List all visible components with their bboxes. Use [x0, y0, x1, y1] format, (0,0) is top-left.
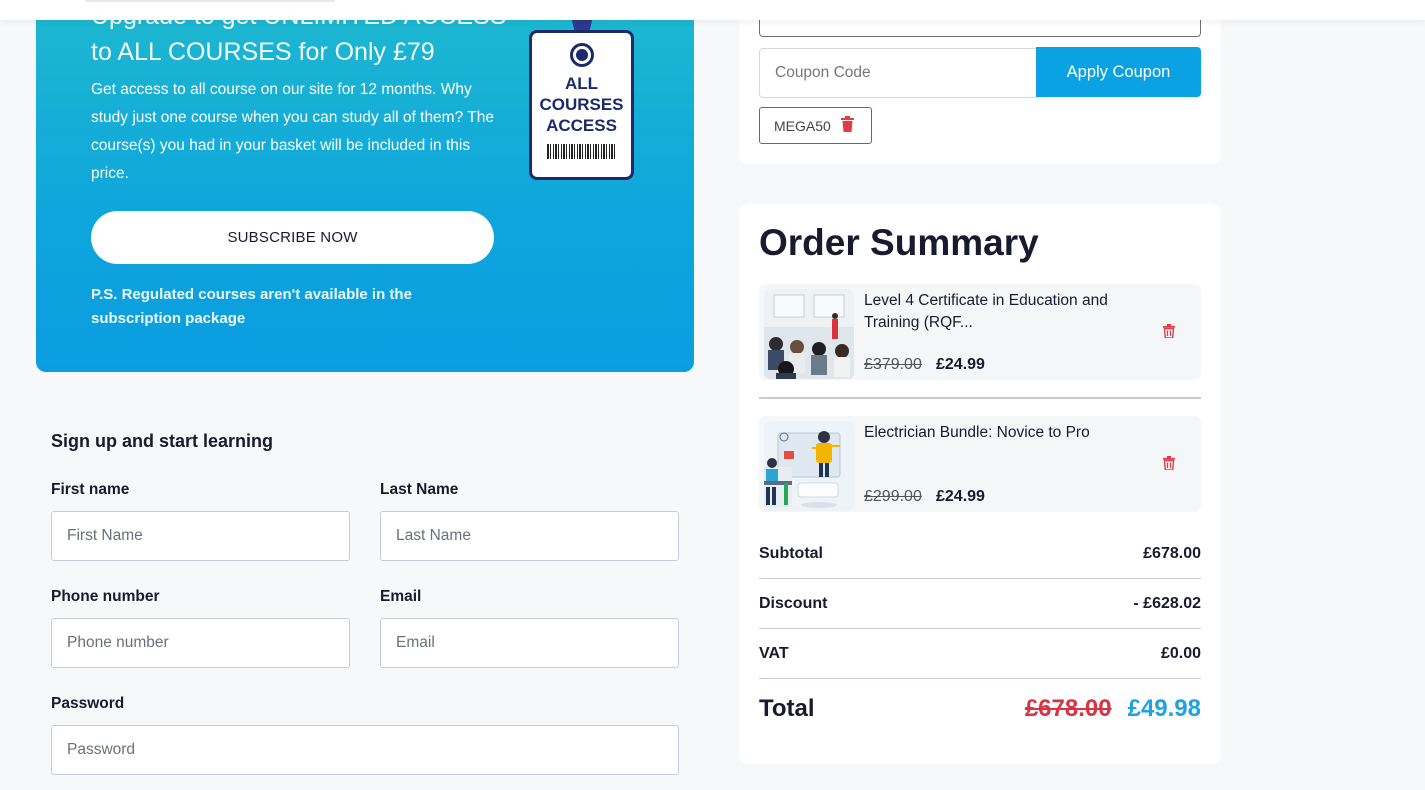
total-old-price: £678.00	[1024, 695, 1112, 722]
subscription-promo-card: Upgrade to get UNLIMITED ACCESS to ALL C…	[36, 0, 694, 372]
applied-coupon-code: MEGA50	[774, 117, 831, 134]
total-label: Total	[759, 695, 815, 722]
cart-item-old-price: £379.00	[864, 356, 922, 373]
total-row: Total £678.00 £49.98	[759, 684, 1201, 734]
phone-input[interactable]	[51, 618, 350, 668]
cart-item-old-price: £299.00	[864, 488, 922, 505]
total-prices: £678.00 £49.98	[1025, 695, 1201, 723]
cart-item-new-price: £24.99	[936, 356, 985, 373]
phone-label: Phone number	[51, 588, 160, 605]
presenter-illustration-icon	[764, 421, 854, 511]
item-separator	[759, 397, 1201, 399]
order-summary-card: Order Summary Level 4 Certificate in Edu…	[739, 204, 1221, 764]
password-input[interactable]	[51, 725, 679, 775]
applied-coupon-chip: MEGA50	[759, 107, 872, 144]
vat-label: VAT	[759, 644, 789, 662]
promo-description: Get access to all course on our site for…	[91, 81, 494, 182]
order-summary-title: Order Summary	[759, 222, 1039, 263]
first-name-label: First name	[51, 481, 130, 498]
remove-item-trash-icon[interactable]	[1163, 324, 1175, 343]
cart-item: Electrician Bundle: Novice to Pro £299.0…	[759, 416, 1201, 512]
top-header-bar	[0, 0, 1425, 20]
promo-note: P.S. Regulated courses aren't available …	[91, 286, 412, 327]
cart-item-title[interactable]: Electrician Bundle: Novice to Pro	[864, 422, 1144, 444]
all-courses-badge-icon: ALL COURSES ACCESS	[529, 30, 634, 180]
badge-hole-icon	[569, 43, 594, 67]
classroom-photo-icon	[764, 289, 854, 379]
badge-line-1: ALL	[564, 74, 599, 93]
promo-title-line-2: to ALL COURSES for Only £79	[91, 38, 435, 66]
cart-item-new-price: £24.99	[936, 488, 985, 505]
cart-item-title[interactable]: Level 4 Certificate in Education and Tra…	[864, 290, 1144, 334]
subtotal-label: Subtotal	[759, 544, 823, 562]
vat-value: £0.00	[1160, 644, 1201, 662]
remove-item-trash-icon[interactable]	[1163, 456, 1175, 475]
coupon-code-input[interactable]	[759, 48, 1037, 98]
last-name-label: Last Name	[380, 481, 459, 498]
discount-label: Discount	[759, 594, 828, 612]
apply-coupon-button[interactable]: Apply Coupon	[1036, 47, 1201, 97]
coupon-card: Apply Coupon MEGA50	[739, 0, 1221, 164]
cart-item: Level 4 Certificate in Education and Tra…	[759, 284, 1201, 380]
first-name-input[interactable]	[51, 511, 350, 561]
subtotal-value: £678.00	[1143, 544, 1201, 562]
vat-row: VAT £0.00	[759, 629, 1201, 679]
header-underline	[85, 0, 335, 2]
total-new-price: £49.98	[1127, 695, 1201, 722]
discount-value: - £628.02	[1133, 594, 1201, 612]
signup-title: Sign up and start learning	[51, 431, 274, 451]
remove-coupon-trash-icon[interactable]	[840, 116, 854, 135]
discount-row: Discount - £628.02	[759, 579, 1201, 629]
subscribe-now-button[interactable]: SUBSCRIBE NOW	[91, 211, 494, 264]
last-name-input[interactable]	[380, 511, 679, 561]
badge-line-3: ACCESS	[546, 116, 617, 135]
badge-line-2: COURSES	[539, 95, 624, 114]
barcode-icon	[546, 144, 617, 159]
email-input[interactable]	[380, 618, 679, 668]
email-label: Email	[380, 588, 422, 605]
subtotal-row: Subtotal £678.00	[759, 529, 1201, 579]
password-label: Password	[51, 695, 125, 712]
